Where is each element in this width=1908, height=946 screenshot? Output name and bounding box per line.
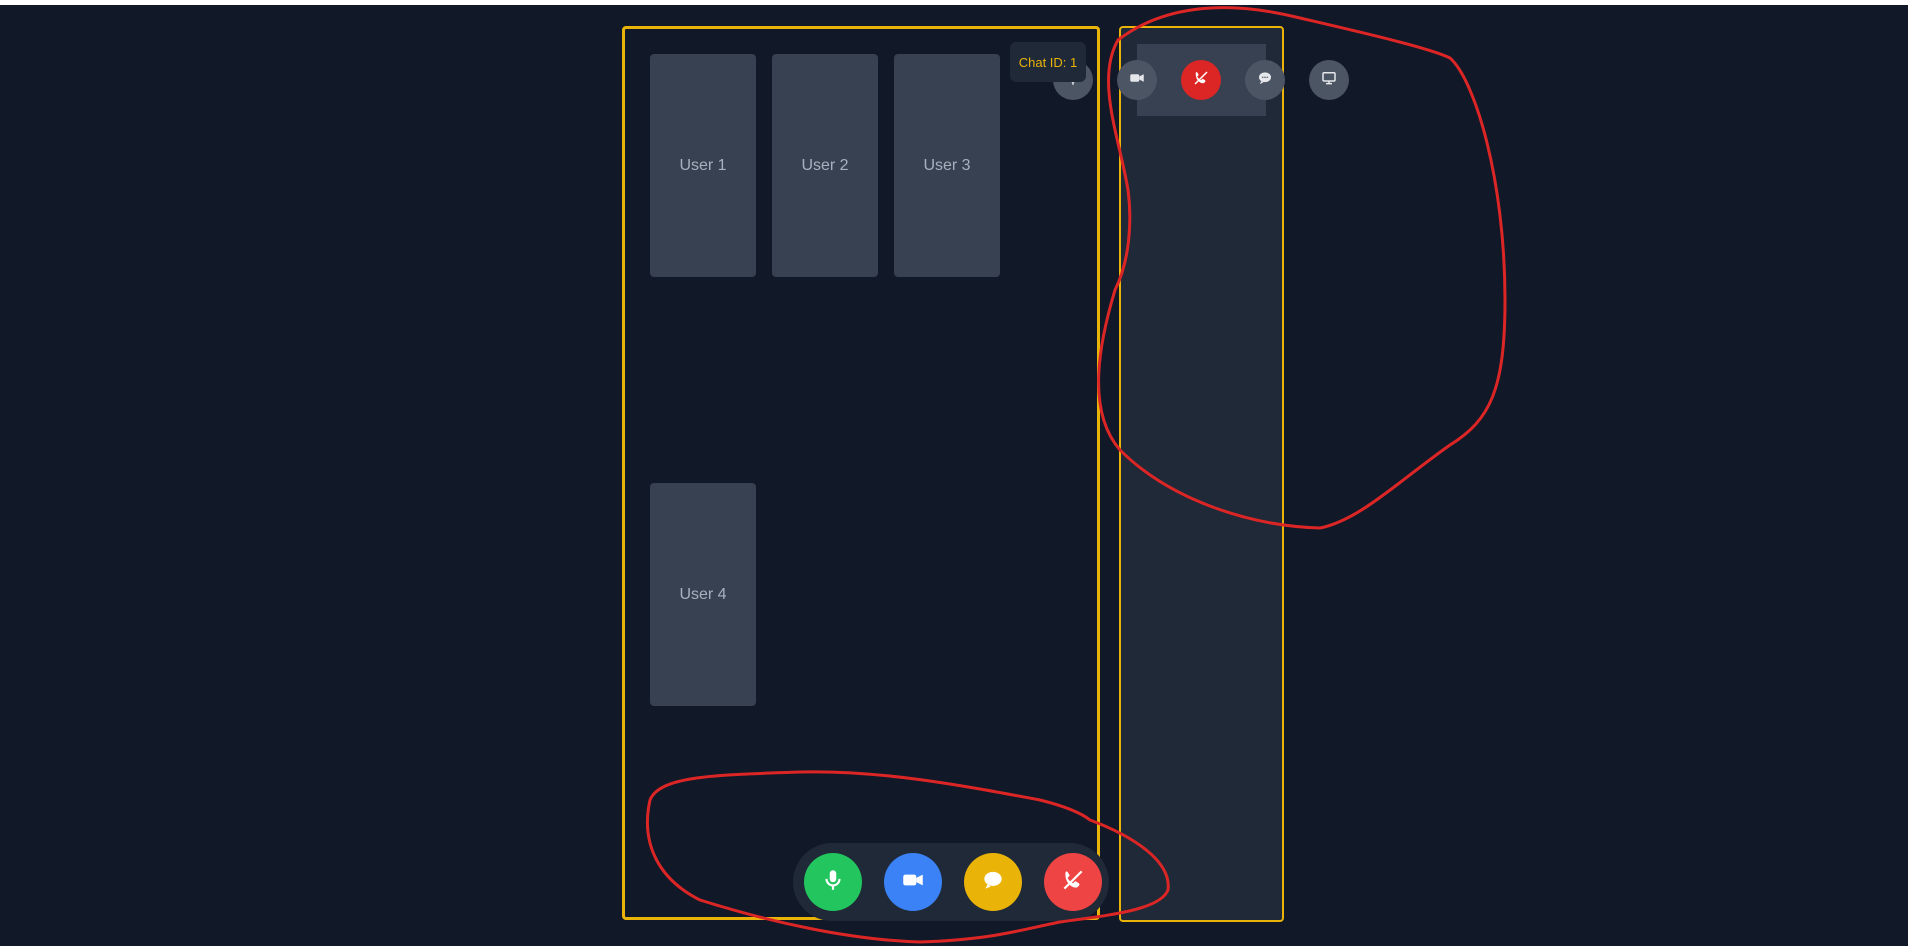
participant-name: User 2 [801,156,849,174]
mic-toggle-button[interactable] [804,853,862,911]
toolbar-chat-button[interactable] [1245,60,1285,100]
monitor-icon [1320,69,1338,92]
video-toggle-button[interactable] [884,853,942,911]
toolbar-end-call-button[interactable] [1181,60,1221,100]
chat-id-label: Chat ID: 1 [1018,54,1078,70]
toolbar-screen-share-button[interactable] [1309,60,1349,100]
toolbar-video-button[interactable] [1117,60,1157,100]
chat-toggle-button[interactable] [964,853,1022,911]
chat-bubble-icon [1256,69,1274,92]
participant-tile-user-2[interactable]: User 2 [772,54,878,277]
participant-name: User 4 [679,585,727,603]
end-call-icon [1060,867,1086,898]
participant-tile-user-4[interactable]: User 4 [650,483,756,706]
participant-tile-user-1[interactable]: User 1 [650,54,756,277]
video-camera-icon [900,867,926,898]
end-call-icon [1192,69,1210,92]
chat-id-badge: Chat ID: 1 [1010,42,1086,82]
participant-tile-user-3[interactable]: User 3 [894,54,1000,277]
video-camera-icon [1128,69,1146,92]
end-call-button[interactable] [1044,853,1102,911]
participant-name: User 1 [679,156,727,174]
browser-top-edge [0,0,1908,5]
chat-bubble-icon [980,867,1006,898]
participant-name: User 3 [923,156,971,174]
microphone-icon [820,867,846,898]
side-panel [1119,26,1284,922]
